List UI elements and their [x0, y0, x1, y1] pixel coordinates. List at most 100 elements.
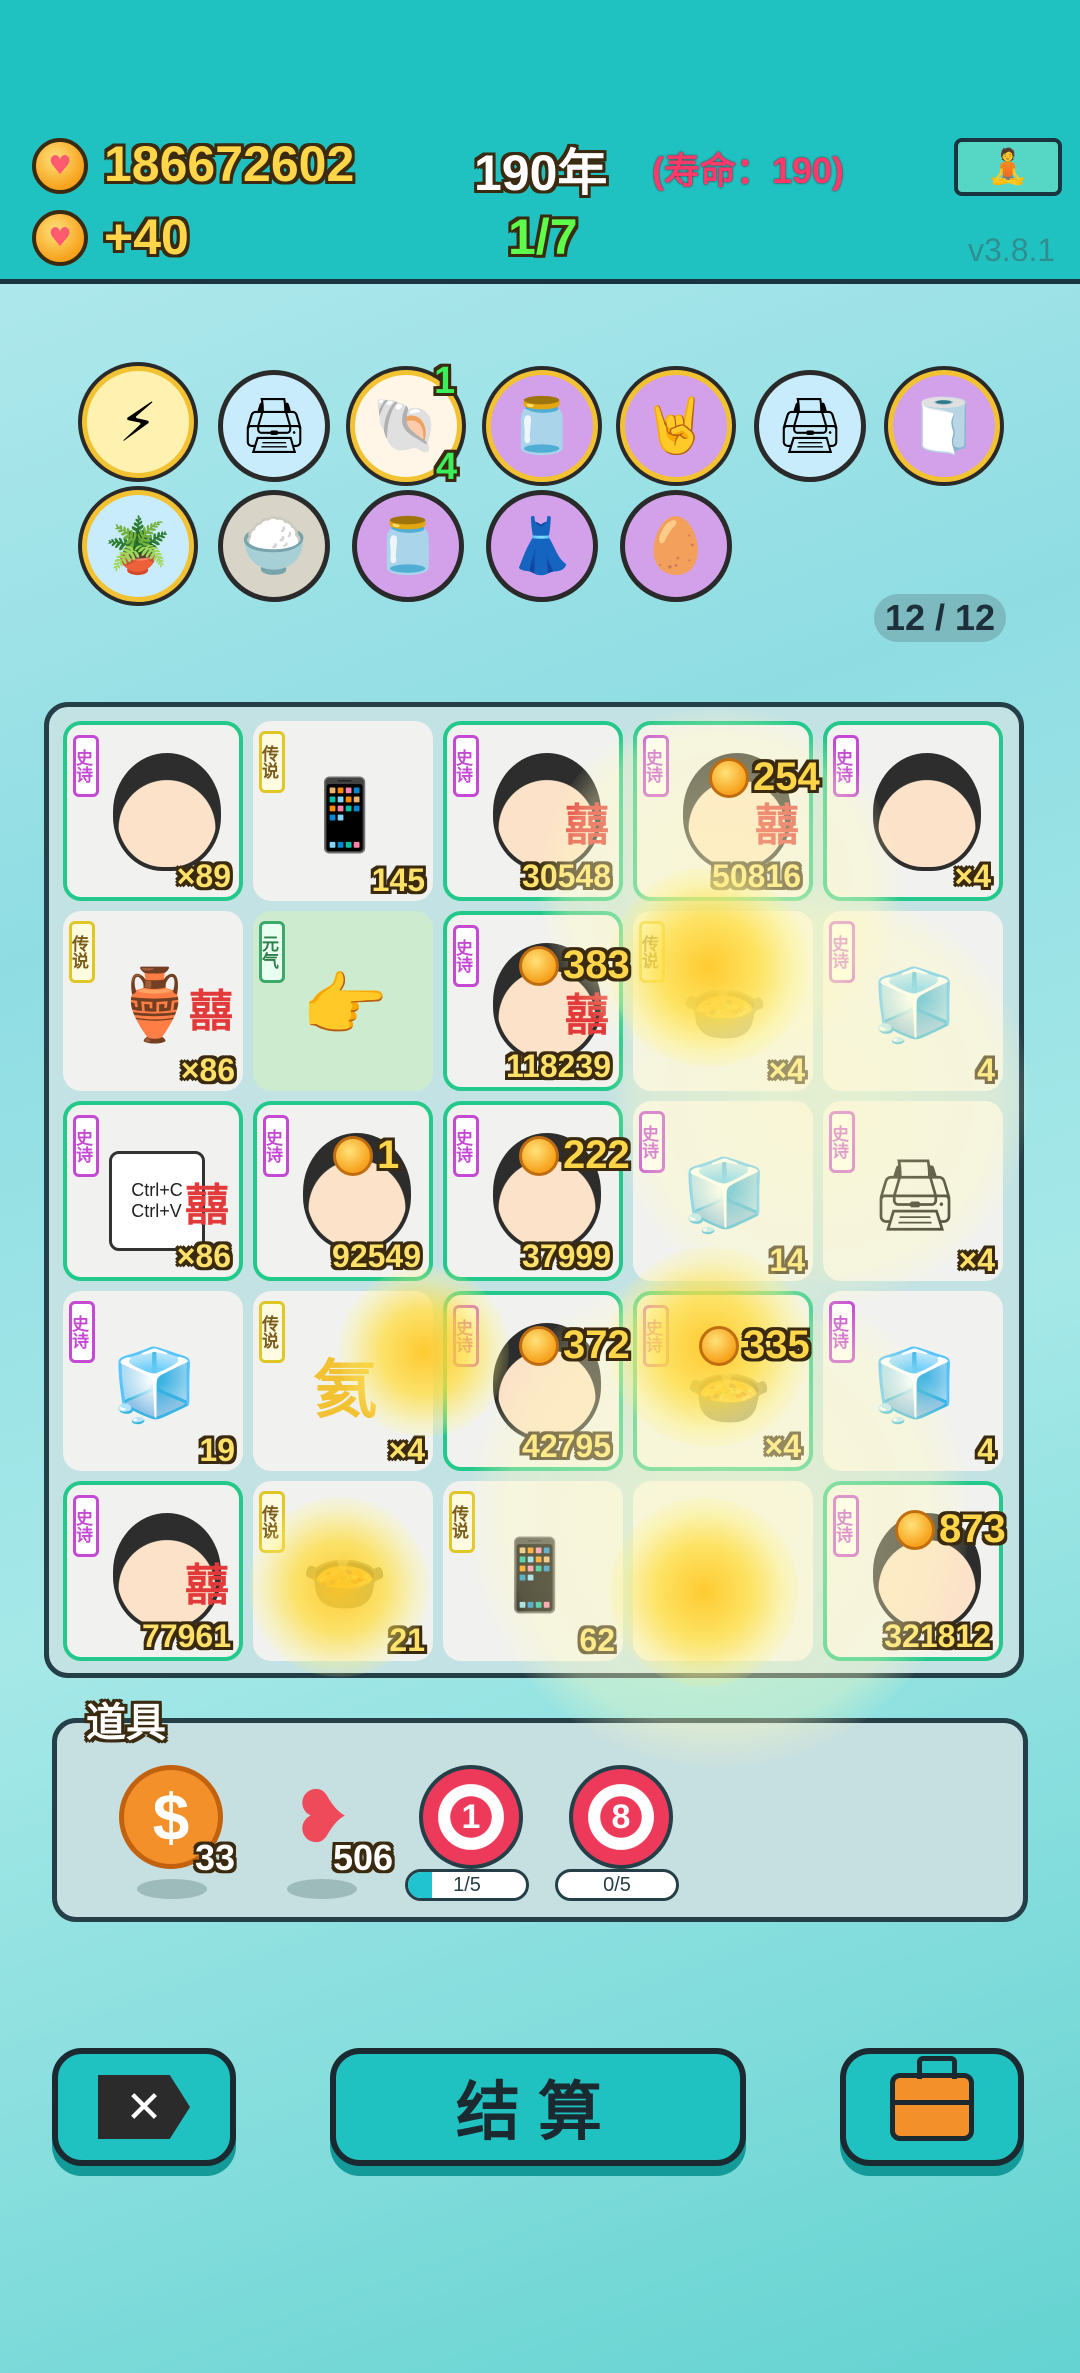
target-8-label: 8 [611, 1797, 631, 1836]
bonus-popup: 335 [699, 1323, 810, 1368]
target-1-progress-fill [408, 1872, 432, 1898]
tile-value: ×89 [176, 858, 231, 894]
game-board: 史诗 ×89 📱 传说 145 囍史诗 30548 囍史诗 50816 史诗 ×4 🏺 囍传说 ×86 👉 元… [44, 702, 1029, 1767]
bonus-popup: 873 [895, 1507, 1006, 1552]
potted-flower-icon: 🪴 [104, 514, 172, 577]
tile-value: 4 [977, 1432, 995, 1468]
rice-bowl-icon: 🍚 [240, 514, 308, 577]
rarity-tag: 元气 [258, 921, 285, 983]
printer-warning-icon: 🖨 [775, 394, 845, 457]
board-tile[interactable]: 🧊 史诗 19 [63, 1291, 243, 1471]
heart-coin-icon [709, 757, 749, 798]
bonus-value: 222 [563, 1133, 630, 1177]
board-tile[interactable]: 囍 史诗 30548 [443, 721, 623, 901]
board-tile[interactable]: 🖨 史诗 ×4 [823, 1101, 1003, 1281]
board-tile[interactable]: 🏺 囍传说 ×86 [63, 911, 243, 1091]
heart-coin-icon [519, 1325, 559, 1366]
board-tile[interactable]: 囍 史诗 118239 [443, 911, 623, 1091]
meditate-icon: 🧘 [986, 147, 1030, 187]
board-tile[interactable]: 囍 史诗 77961 [63, 1481, 243, 1661]
bonus-value: 372 [563, 1323, 630, 1367]
double-happiness-icon: 囍 [185, 1560, 229, 1611]
tile-value: 145 [371, 862, 425, 898]
bonus-value: 383 [563, 943, 630, 987]
relic-egg[interactable]: 🥚 [620, 490, 732, 602]
board-tile[interactable]: 📱 传说 62 [443, 1481, 623, 1661]
relic-tissue-box[interactable]: 🧻 [888, 370, 1000, 482]
meditate-button[interactable]: 🧘 [954, 138, 1062, 196]
board-tile[interactable]: 📱 传说 145 [253, 721, 433, 901]
tool-target-1[interactable]: 1 [419, 1765, 523, 1869]
settle-button[interactable]: 结算 [330, 2048, 746, 2166]
board-tile[interactable]: 🍲 史诗 ×4 [633, 1291, 813, 1471]
item-icon: 🧊 [681, 1153, 769, 1236]
relic-potted-flower[interactable]: 🪴 [82, 490, 194, 602]
board-tile[interactable]: 🧊 史诗 4 [823, 1291, 1003, 1471]
helium-element-icon: 氦 [313, 1354, 377, 1428]
tile-value: 30548 [522, 858, 611, 894]
item-icon: 🍲 [301, 1533, 389, 1616]
heart-coin-icon: ♥ [32, 210, 88, 266]
relic-lightning[interactable]: ⚡ [82, 366, 194, 478]
board-tile[interactable]: 🧊 史诗 4 [823, 911, 1003, 1091]
target-1-icon: 1 [419, 1765, 523, 1869]
rarity-tag: 史诗 [642, 735, 669, 797]
relic-jar-2[interactable]: 🫙 [352, 490, 464, 602]
tile-value: ×4 [388, 1432, 425, 1468]
relic-jar[interactable]: 🫙 [486, 370, 598, 482]
heart-coin-icon: ♥ [32, 138, 88, 194]
board-tile[interactable]: 🍲 传说 21 [253, 1481, 433, 1661]
target-8-icon: 8 [569, 1765, 673, 1869]
board-tile[interactable]: 囍史诗 50816 [633, 721, 813, 901]
rarity-tag: 传说 [68, 921, 95, 983]
board-tile[interactable]: 🧊 史诗 14 [633, 1101, 813, 1281]
relic-printer[interactable]: 🖨 [218, 370, 330, 482]
board-tile[interactable]: 氦传说 ×4 [253, 1291, 433, 1471]
tile-value: 118239 [505, 1048, 611, 1084]
printer-warning-icon: 🖨 [239, 394, 309, 457]
board-tile[interactable]: 史诗 42795 [443, 1291, 623, 1471]
top-status-bar: ♥ 186672602 ♥ +40 190年 (寿命：190) 1/7 v3.8… [0, 0, 1080, 284]
tool-target-8[interactable]: 8 [569, 1765, 673, 1869]
rarity-tag: 传说 [258, 731, 285, 793]
relic-rice-bowl[interactable]: 🍚 [218, 490, 330, 602]
target-8-progress: 0/5 [555, 1869, 679, 1901]
board-tile[interactable]: 史诗 92549 [253, 1101, 433, 1281]
bag-button[interactable] [840, 2048, 1024, 2166]
rarity-tag: 史诗 [828, 1111, 855, 1173]
rarity-tag: 史诗 [72, 1115, 99, 1177]
money-total: 186672602 [104, 136, 355, 192]
tile-value: 21 [389, 1622, 425, 1658]
bonus-value: 873 [939, 1507, 1006, 1551]
relic-skirt[interactable]: 👗 [486, 490, 598, 602]
tile-value: 19 [199, 1432, 235, 1468]
rarity-tag: 史诗 [452, 735, 479, 797]
tile-value: ×86 [180, 1052, 235, 1088]
relic-printer-2[interactable]: 🖨 [754, 370, 866, 482]
board-tile[interactable]: 史诗 ×89 [63, 721, 243, 901]
board-tile[interactable]: Ctrl+C Ctrl+V 囍史诗 ×86 [63, 1101, 243, 1281]
bonus-popup: 1 [333, 1133, 399, 1178]
rarity-tag: 传说 [258, 1491, 285, 1553]
shell-badge-top: 1 [434, 360, 456, 402]
rarity-tag: 史诗 [452, 1305, 479, 1367]
heart-coin-icon [519, 1135, 559, 1176]
target-1-progress: 1/5 [405, 1869, 529, 1901]
board-tile[interactable] [633, 1481, 813, 1661]
board-tile[interactable]: 👉 元气 [253, 911, 433, 1091]
rock-hand-icon: 🤘 [642, 394, 710, 457]
tile-value: 92549 [332, 1238, 421, 1274]
item-icon: 📱 [301, 773, 389, 856]
tile-value: 321812 [884, 1618, 991, 1654]
board-tile[interactable]: 🍲 传说 ×4 [633, 911, 813, 1091]
board-tile[interactable]: 史诗 ×4 [823, 721, 1003, 901]
rarity-tag: 史诗 [68, 1301, 95, 1363]
board-tile[interactable]: 史诗 37999 [443, 1101, 623, 1281]
exit-button[interactable]: ✕ [52, 2048, 236, 2166]
relic-rock-hand[interactable]: 🤘 [620, 370, 732, 482]
tile-value: 4 [977, 1052, 995, 1088]
heart-coin-icon [333, 1135, 373, 1176]
item-icon: 📱 [491, 1533, 579, 1616]
rarity-tag: 史诗 [832, 1495, 859, 1557]
rarity-tag: 传说 [638, 921, 665, 983]
